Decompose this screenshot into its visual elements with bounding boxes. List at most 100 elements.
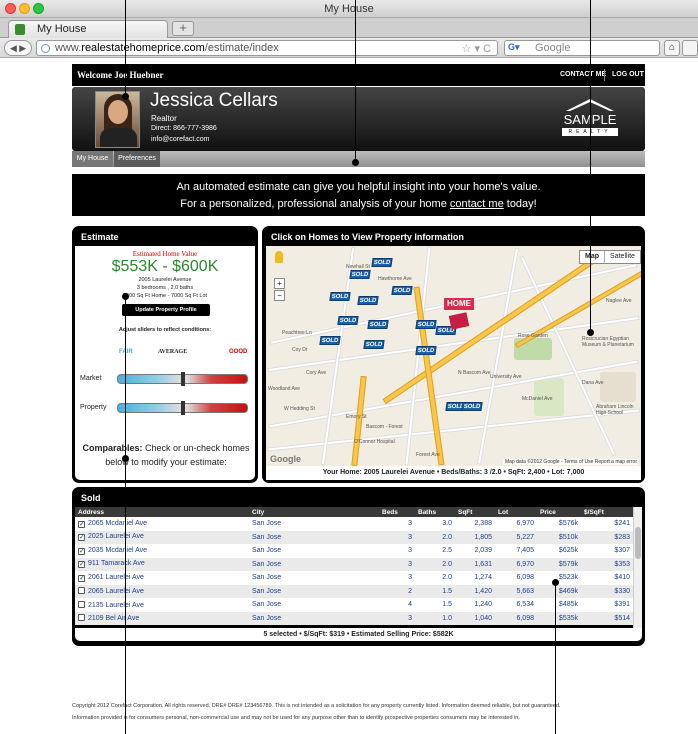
property-slider-handle[interactable] xyxy=(180,401,185,415)
address-link[interactable]: 2065 Mcdaniel Ave xyxy=(88,520,147,527)
sold-home-marker[interactable]: SOLD xyxy=(391,286,413,295)
table-row[interactable]: ✓ 2035 Mcdaniel Ave San Jose 3 2.5 2,039 7,405… xyxy=(75,544,633,558)
sold-home-marker[interactable]: SOLD xyxy=(363,340,385,349)
sold-home-marker[interactable]: SOLD xyxy=(329,292,351,301)
address-cell[interactable]: 2109 Bel Air Ave xyxy=(75,611,249,625)
address-link[interactable]: 2035 Mcdaniel Ave xyxy=(88,547,147,554)
col-lot[interactable]: Lot xyxy=(495,507,537,517)
market-slider[interactable] xyxy=(117,372,248,386)
col-sqft[interactable]: SqFt xyxy=(455,507,495,517)
comparable-checkbox[interactable] xyxy=(78,600,85,608)
address-link[interactable]: 2135 Laurelei Ave xyxy=(88,602,144,609)
browser-tab-bar: My House + xyxy=(0,18,698,38)
table-scrollbar[interactable] xyxy=(633,507,642,630)
col-price-per-sqft[interactable]: $/SqFt xyxy=(581,507,633,517)
table-row[interactable]: 2135 Laurelei Ave San Jose 4 1.5 1,240 6,534 $… xyxy=(75,598,633,612)
estimate-body: Estimated Home Value $553K - $600K 2005 … xyxy=(75,246,255,480)
comparables-hint: Comparables: Check or un-check homes bel… xyxy=(80,441,252,469)
banner-contact-link[interactable]: contact me xyxy=(450,198,504,210)
estimate-range: $553K - $600K xyxy=(111,258,219,275)
sqft-cell: 1,631 xyxy=(455,557,495,571)
logout-link[interactable]: LOG OUT xyxy=(612,71,644,78)
sold-home-marker[interactable]: SOLD xyxy=(349,270,371,279)
scrollbar-thumb[interactable] xyxy=(635,527,641,559)
table-row[interactable]: ✓ 2025 Laurelei Ave San Jose 3 2.0 1,805 5,227… xyxy=(75,530,633,544)
col-address[interactable]: Address xyxy=(75,507,249,517)
street-label: O'Connor Hospital xyxy=(354,439,395,445)
address-cell[interactable]: ✓ 911 Tamarack Ave xyxy=(75,557,249,571)
property-slider[interactable] xyxy=(117,401,248,415)
url-bar[interactable]: www.realestatehomeprice.com/estimate/ind… xyxy=(36,40,498,56)
table-row[interactable]: ✓ 2061 Laurelei Ave San Jose 3 2.0 1,274 6,098… xyxy=(75,571,633,585)
sold-home-marker[interactable]: SOLD xyxy=(371,258,393,267)
sold-home-marker[interactable]: SOLD xyxy=(461,402,483,411)
browser-navbar: ◀ ▶ www.realestatehomeprice.com/estimate… xyxy=(0,38,698,58)
street-label: Bascom - Forest xyxy=(366,424,403,430)
comparable-checkbox[interactable]: ✓ xyxy=(78,574,85,582)
address-cell[interactable]: ✓ 2035 Mcdaniel Ave xyxy=(75,544,249,558)
zoom-out-button[interactable]: − xyxy=(274,290,285,301)
agent-email[interactable]: info@corefact.com xyxy=(151,136,209,143)
address-cell[interactable]: ✓ 2061 Laurelei Ave xyxy=(75,571,249,585)
property-map[interactable]: Newhall St Hawthorne Ave Peachtree Ln Co… xyxy=(266,246,641,466)
table-row[interactable]: ✓ 2065 Mcdaniel Ave San Jose 3 3.0 2,388 6,970… xyxy=(75,517,633,531)
tab-preferences[interactable]: Preferences xyxy=(114,151,160,167)
home-button[interactable]: ⌂ xyxy=(664,40,680,56)
browser-tab[interactable]: My House xyxy=(8,20,168,38)
comparable-checkbox[interactable]: ✓ xyxy=(78,561,85,569)
map-credit[interactable]: Map data ©2012 Google - Terms of Use Rep… xyxy=(503,459,639,465)
banner-line-2: For a personalized, professional analysi… xyxy=(72,198,645,210)
col-beds[interactable]: Beds xyxy=(379,507,415,517)
satellite-view-button[interactable]: Satellite xyxy=(604,251,640,263)
city-cell: San Jose xyxy=(249,557,379,571)
comparable-checkbox[interactable] xyxy=(78,587,85,595)
col-city[interactable]: City xyxy=(249,507,379,517)
extension-button[interactable] xyxy=(682,40,698,56)
comparable-checkbox[interactable]: ✓ xyxy=(78,520,85,528)
address-link[interactable]: 2109 Bel Air Ave xyxy=(88,615,139,622)
new-tab-button[interactable]: + xyxy=(172,21,194,36)
table-row[interactable]: 2109 Bel Air Ave San Jose 3 1.0 1,040 6,098 $5… xyxy=(75,611,633,625)
pegman-icon[interactable] xyxy=(275,251,283,263)
sqft-cell: 1,040 xyxy=(455,611,495,625)
tab-my-house[interactable]: My House xyxy=(72,151,113,167)
comparable-checkbox[interactable]: ✓ xyxy=(78,547,85,555)
address-link[interactable]: 2025 Laurelei Ave xyxy=(88,533,144,540)
contact-me-link[interactable]: CONTACT ME xyxy=(560,71,606,78)
address-cell[interactable]: 2065 Laurelei Ave xyxy=(75,584,249,598)
page-tabs: My House Preferences xyxy=(72,151,645,167)
home-marker[interactable]: HOME xyxy=(444,298,474,310)
sold-home-marker[interactable]: SOLD xyxy=(415,320,437,329)
update-property-profile-button[interactable]: Update Property Profile xyxy=(122,304,210,316)
back-forward-button[interactable]: ◀ ▶ xyxy=(4,40,32,56)
info-banner: An automated estimate can give you helpf… xyxy=(72,174,645,216)
sold-home-marker[interactable]: SOLD xyxy=(357,296,379,305)
table-row[interactable]: ✓ 911 Tamarack Ave San Jose 3 2.0 1,631 6,970 $… xyxy=(75,557,633,571)
map-view-button[interactable]: Map xyxy=(580,251,604,263)
address-link[interactable]: 911 Tamarack Ave xyxy=(88,560,145,567)
sold-home-marker[interactable]: SOLD xyxy=(319,336,341,345)
col-baths[interactable]: Baths xyxy=(415,507,455,517)
market-slider-handle[interactable] xyxy=(180,372,185,386)
address-link[interactable]: 2065 Laurelei Ave xyxy=(88,588,144,595)
col-price[interactable]: Price xyxy=(537,507,581,517)
sold-home-marker[interactable]: SOLD xyxy=(415,346,437,355)
home-house-icon[interactable] xyxy=(448,312,470,330)
adjust-hint: Adjust sliders to reflect conditions: xyxy=(118,327,212,333)
table-row[interactable]: 2065 Laurelei Ave San Jose 2 1.5 1,420 5,663 $… xyxy=(75,584,633,598)
price-cell: $625k xyxy=(537,544,581,558)
highway xyxy=(351,375,367,466)
address-cell[interactable]: 2135 Laurelei Ave xyxy=(75,598,249,612)
sold-home-marker[interactable]: SOLD xyxy=(337,316,359,325)
comparable-checkbox[interactable]: ✓ xyxy=(78,534,85,542)
zoom-in-button[interactable]: + xyxy=(274,278,285,289)
search-input[interactable]: G▾ Google xyxy=(504,40,660,56)
sold-home-marker[interactable]: SOLD xyxy=(367,320,389,329)
street-label: Peachtree Ln xyxy=(282,330,312,336)
comparable-checkbox[interactable] xyxy=(78,614,85,622)
address-link[interactable]: 2061 Laurelei Ave xyxy=(88,574,144,581)
lot-cell: 7,405 xyxy=(495,544,537,558)
address-cell[interactable]: ✓ 2065 Mcdaniel Ave xyxy=(75,517,249,531)
address-cell[interactable]: ✓ 2025 Laurelei Ave xyxy=(75,530,249,544)
bookmark-star-icon[interactable]: ☆ ▾ C xyxy=(462,42,491,55)
